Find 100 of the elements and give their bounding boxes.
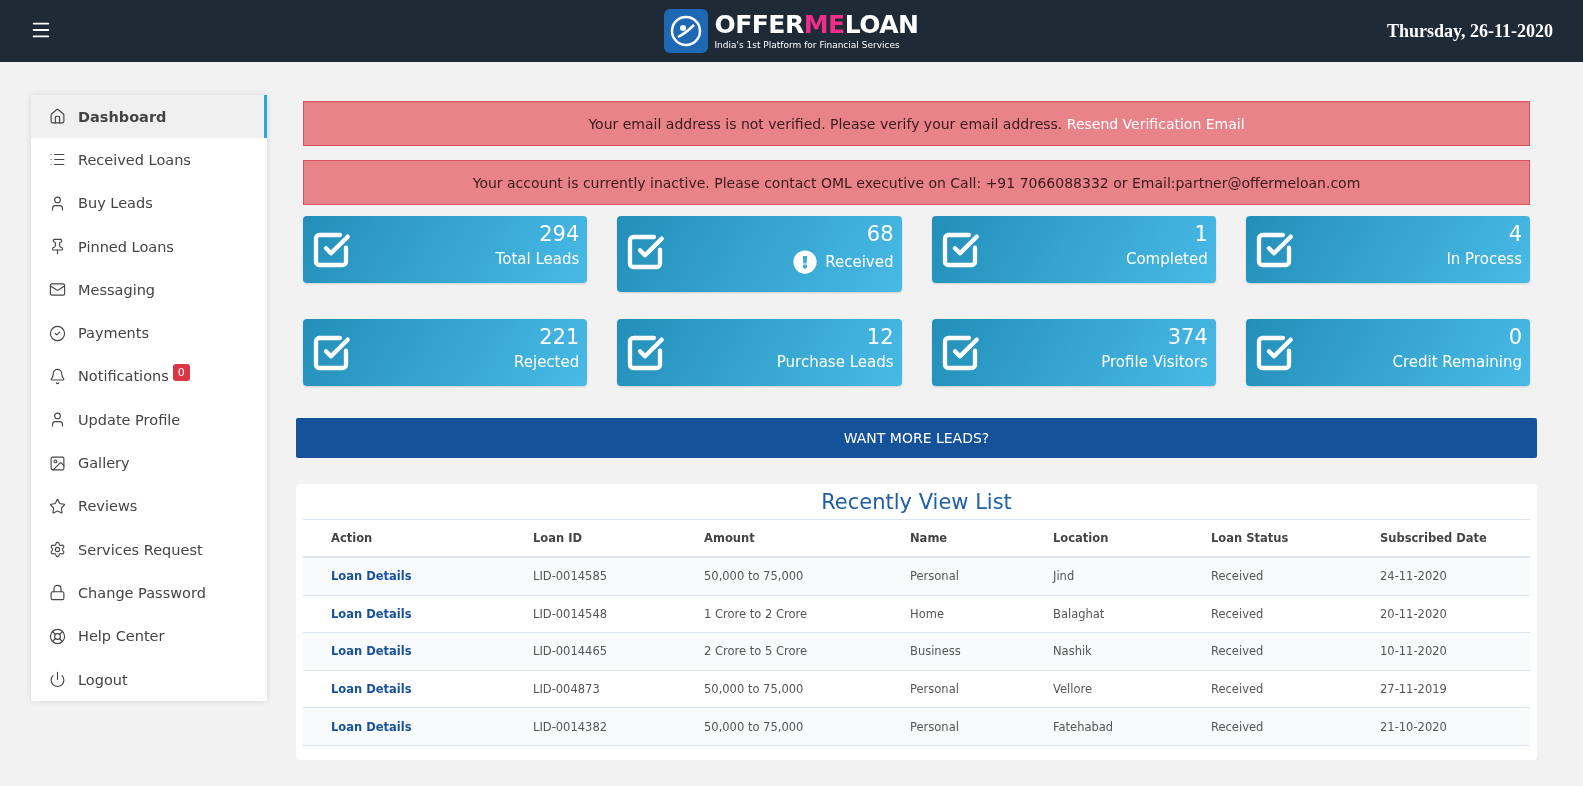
sidebar-item[interactable]: Reviews (31, 484, 267, 528)
current-date: Thursday, 26-11-2020 (1386, 20, 1553, 42)
stat-value: 4 (1507, 222, 1522, 246)
sidebar-label: Dashboard (78, 108, 167, 125)
table-cell-text: 1 Crore to 2 Crore (704, 606, 808, 621)
checkbox-icon (311, 333, 351, 373)
stat-value: 0 (1507, 325, 1522, 349)
stat-label: Received (825, 253, 894, 271)
stat-label: Total Leads (495, 250, 580, 268)
table-cell-text: Personal (910, 682, 960, 697)
sidebar-item[interactable]: Gallery (31, 441, 267, 485)
sidebar-label: Help Center (78, 628, 165, 645)
alert-text: Your email address is not verified. Please verify your email address. (588, 115, 1063, 132)
mail-icon (49, 281, 66, 299)
table-cell-text: Received (1211, 569, 1265, 584)
user-icon (49, 194, 66, 212)
loan-details-link[interactable]: Loan Details (331, 719, 412, 734)
loan-details-link[interactable]: Loan Details (331, 682, 412, 697)
sidebar-item[interactable]: Help Center (31, 614, 267, 658)
table-cell-text: Nashik (1053, 644, 1093, 659)
lock-icon (49, 584, 66, 602)
power-icon (49, 671, 66, 688)
lifebuoy-icon (49, 627, 66, 645)
loan-details-link[interactable]: Loan Details (331, 606, 412, 621)
sidebar-item[interactable]: Messaging (31, 268, 267, 312)
sidebar-label: Change Password (78, 584, 206, 601)
table-cell-text: 27-11-2019 (1380, 682, 1448, 697)
table-cell-text: Vellore (1053, 682, 1094, 697)
column-header: Subscribed Date (1380, 531, 1488, 545)
sidebar-label: Payments (78, 325, 150, 342)
table-cell-text: Personal (910, 719, 960, 734)
column-header: Location (1053, 531, 1110, 545)
stat-label: Completed (1125, 250, 1208, 268)
stat-value: 374 (1166, 325, 1208, 349)
checkbox-icon (625, 232, 666, 272)
sidebar-label: Reviews (78, 498, 138, 515)
table-cell-text: 24-11-2020 (1380, 569, 1448, 584)
sidebar-label: Notifications (78, 368, 169, 385)
sidebar-item[interactable]: Services Request (31, 527, 267, 572)
stat-label: Rejected (514, 353, 580, 371)
sidebar-label: Gallery (78, 455, 130, 471)
table-cell-text: Personal (910, 569, 960, 584)
sidebar-label: Update Profile (78, 411, 181, 428)
table-cell-text: LID-0014382 (533, 719, 609, 734)
loan-details-link[interactable]: Loan Details (331, 644, 412, 659)
table-cell-text: 50,000 to 75,000 (704, 719, 805, 734)
bell-icon (49, 367, 66, 385)
sidebar-label: Received Loans (78, 151, 191, 168)
sidebar-item[interactable]: Received Loans (31, 138, 267, 182)
table-cell-text: Jind (1053, 569, 1076, 584)
stat-value: 294 (538, 222, 580, 246)
sidebar-label: Messaging (78, 281, 156, 298)
table-cell-text: 2 Crore to 5 Crore (704, 644, 808, 659)
stat-value: 12 (865, 325, 894, 349)
exclamation-icon (793, 250, 818, 274)
table-cell-text: 50,000 to 75,000 (704, 682, 805, 697)
sidebar-item[interactable]: Update Profile (31, 398, 267, 442)
sidebar-label: Logout (78, 671, 128, 688)
column-header: Loan Status (1211, 531, 1290, 545)
sidebar-item[interactable]: Dashboard (31, 95, 267, 139)
sidebar-item[interactable]: Notifications 0 (31, 354, 267, 399)
table-cell-text: Business (910, 644, 962, 659)
stat-label: Purchase Leads (776, 353, 894, 371)
table-cell-text: Received (1211, 644, 1265, 659)
table-cell-text: LID-0014465 (533, 644, 609, 659)
sidebar-item[interactable]: Change Password (31, 571, 267, 615)
stat-value: 68 (865, 222, 894, 246)
column-header: Loan ID (533, 531, 583, 545)
want-more-leads-button[interactable]: WANT MORE LEADS? (296, 418, 1537, 458)
notification-count: 0 (172, 363, 190, 381)
table-cell-text: Received (1211, 606, 1265, 621)
logo-wordmark: OFFERMELOAN (714, 12, 919, 37)
sidebar-item[interactable]: Logout (31, 657, 267, 702)
column-header: Amount (704, 531, 756, 545)
table-cell-text: Home (910, 606, 945, 621)
star-icon (49, 497, 66, 515)
sidebar-item[interactable]: Buy Leads (31, 181, 267, 225)
stat-value: 221 (538, 325, 580, 349)
user-icon (49, 411, 66, 429)
sidebar-item[interactable]: Pinned Loans (31, 224, 267, 269)
table-cell-text: Balaghat (1053, 606, 1106, 621)
stat-value: 1 (1193, 222, 1208, 246)
loan-details-link[interactable]: Loan Details (331, 569, 412, 584)
pin-icon (49, 238, 66, 256)
sidebar-item[interactable]: Payments (31, 311, 267, 355)
table-cell-text: Fatehabad (1053, 719, 1115, 734)
home-icon (49, 108, 66, 126)
check-circle-icon (49, 324, 66, 342)
table-cell-text: 21-10-2020 (1380, 719, 1448, 734)
table-cell-text: LID-0014585 (533, 569, 609, 584)
checkbox-icon (625, 333, 666, 373)
logo-icon (664, 9, 709, 53)
sidebar-label: Services Request (78, 541, 203, 558)
alert-text: Your account is currently inactive. Please contact OML executive on Call: +91 7066088332 or Email:partner@offermeloan.com (472, 174, 1361, 191)
table-cell-text: Received (1211, 719, 1265, 734)
column-header: Name (910, 531, 949, 545)
table-cell-text: LID-004873 (533, 682, 601, 697)
stat-label: Profile Visitors (1101, 353, 1208, 371)
sidebar-label: Pinned Loans (78, 238, 174, 255)
stat-label: In Process (1446, 250, 1522, 268)
